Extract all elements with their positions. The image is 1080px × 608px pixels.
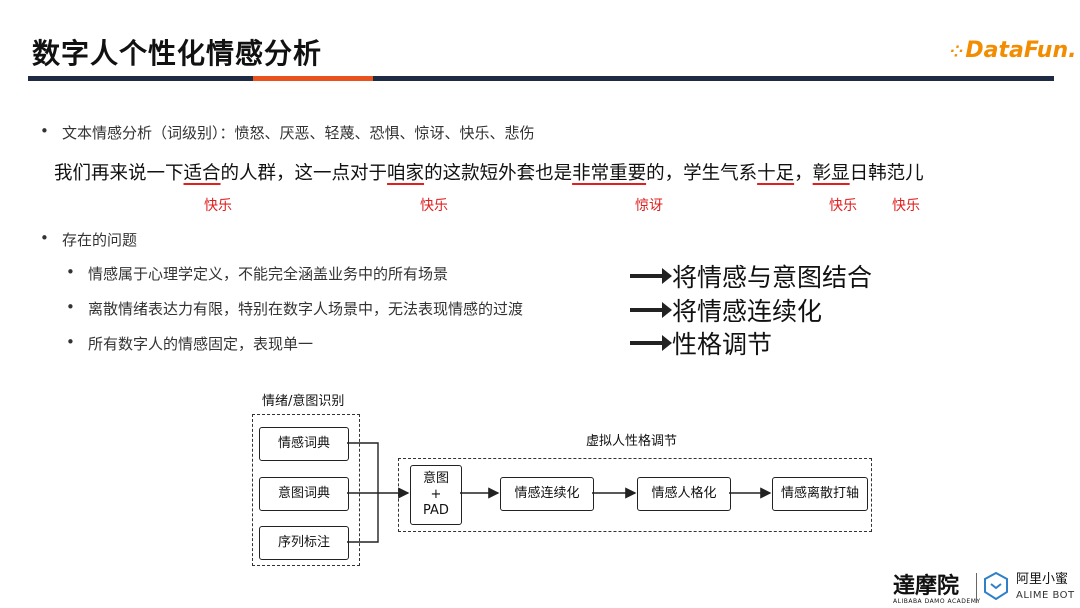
connector-line xyxy=(347,493,379,543)
academy-name: 達摩院 xyxy=(893,573,960,599)
alime-bot-logo: 阿里小蜜 ALIME BOT xyxy=(1016,572,1075,604)
damo-academy-logo: 達摩院 ALIBABA DAMO ACADEMY xyxy=(893,568,981,605)
footer-divider xyxy=(976,573,977,603)
academy-name-en: ALIBABA DAMO ACADEMY xyxy=(893,598,981,605)
bot-name: 阿里小蜜 xyxy=(1016,572,1069,587)
diagram-connectors xyxy=(347,442,772,543)
bot-name-en: ALIME BOT xyxy=(1016,590,1075,601)
connector-line xyxy=(347,442,379,493)
alime-shield-icon xyxy=(984,572,1008,600)
